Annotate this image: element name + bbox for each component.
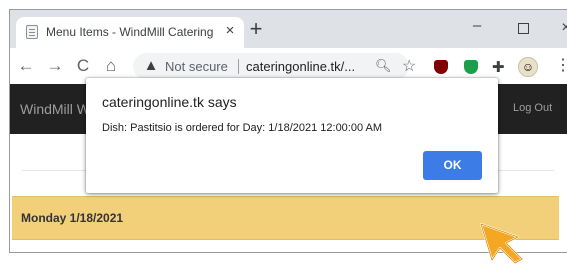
dialog-message: Dish: Pastitsio is ordered for Day: 1/18…	[102, 122, 383, 134]
address-separator	[238, 59, 239, 74]
tab-strip: Menu Items - WindMill Catering × + – ×	[10, 10, 567, 48]
minimize-button[interactable]: –	[466, 18, 488, 38]
tab-title: Menu Items - WindMill Catering	[46, 25, 214, 39]
ok-button[interactable]: OK	[423, 151, 482, 180]
alert-dialog: cateringonline.tk says Dish: Pastitsio i…	[86, 78, 498, 193]
cursor-icon	[480, 223, 523, 264]
brand-link[interactable]: WindMill W	[20, 101, 90, 117]
close-window-button[interactable]: ×	[555, 18, 567, 38]
maximize-icon	[517, 23, 529, 34]
ublock-extension-icon[interactable]	[434, 60, 448, 74]
tab-menu-items[interactable]: Menu Items - WindMill Catering ×	[16, 17, 244, 48]
maximize-button[interactable]	[512, 18, 534, 38]
address-bar[interactable]: ▲ Not secure cateringonline.tk/... 🔍︎ ☆	[133, 53, 416, 80]
page-icon	[26, 25, 38, 39]
menu-icon[interactable]: ⋮	[555, 56, 567, 76]
reload-button[interactable]: C	[73, 56, 93, 76]
home-button[interactable]: ⌂	[101, 56, 121, 76]
back-button[interactable]: ←	[16, 56, 36, 76]
not-secure-label[interactable]: Not secure	[165, 59, 228, 74]
puzzle-icon[interactable]: ✚	[492, 58, 505, 76]
avatar[interactable]: ☺	[518, 57, 538, 77]
url-text[interactable]: cateringonline.tk/...	[246, 59, 355, 74]
day-heading: Monday 1/18/2021	[21, 211, 124, 225]
search-icon[interactable]: 🔍︎	[375, 58, 392, 74]
tab-close-icon[interactable]: ×	[221, 22, 239, 40]
forward-button[interactable]: →	[45, 56, 65, 76]
logout-link[interactable]: Log Out	[513, 102, 552, 114]
day-panel-heading: Monday 1/18/2021	[12, 196, 559, 240]
warning-icon[interactable]: ▲	[142, 57, 160, 75]
dialog-title: cateringonline.tk says	[102, 94, 237, 110]
new-tab-button[interactable]: +	[246, 18, 266, 40]
shield-extension-icon[interactable]	[464, 60, 478, 74]
star-icon[interactable]: ☆	[402, 56, 416, 76]
